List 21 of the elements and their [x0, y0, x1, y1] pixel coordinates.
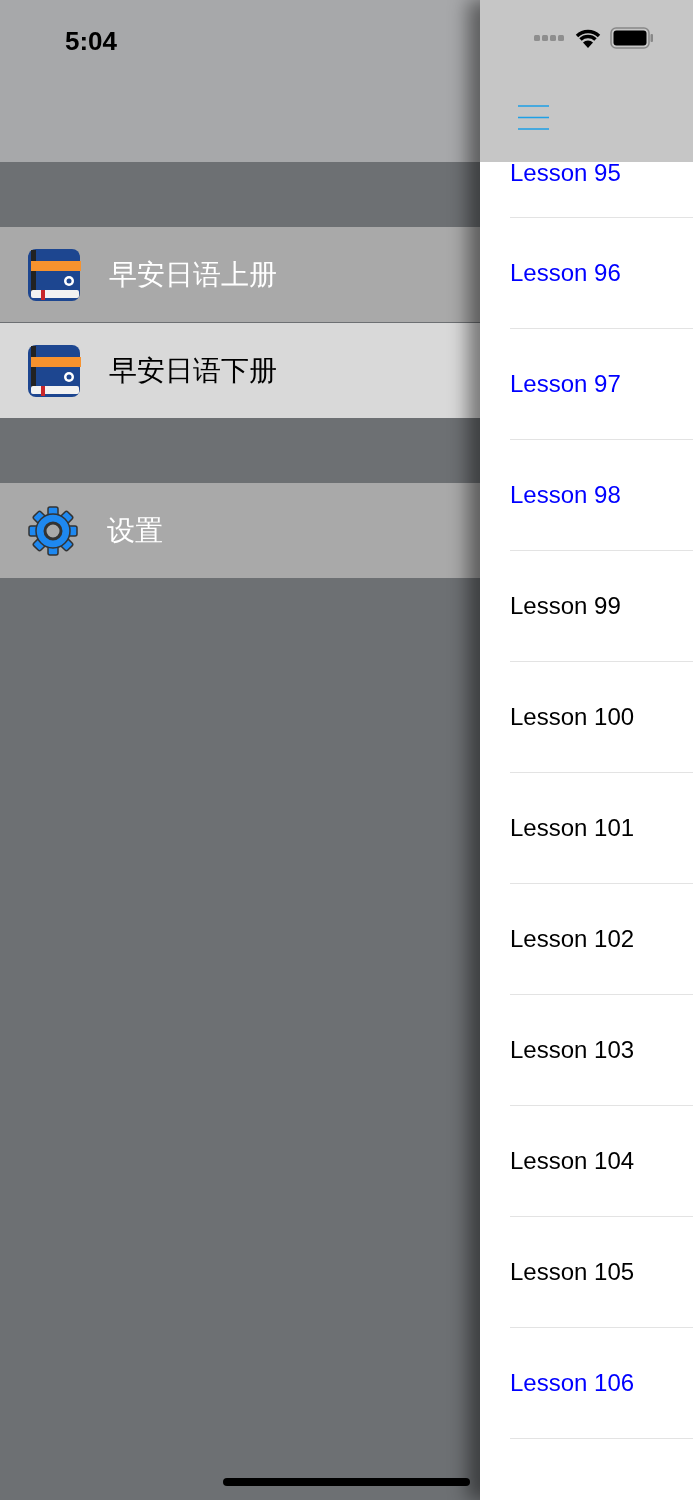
- lesson-title[interactable]: Lesson 104: [510, 1143, 635, 1179]
- lesson-title[interactable]: Lesson 97: [510, 366, 621, 402]
- lesson-title[interactable]: Lesson 100: [510, 699, 635, 735]
- book-icon: [27, 247, 81, 302]
- wifi-icon: [574, 27, 602, 48]
- lesson-title[interactable]: Lesson 96: [510, 255, 621, 291]
- lesson-title[interactable]: Lesson 105: [510, 1254, 635, 1290]
- lesson-title[interactable]: Lesson 102: [510, 921, 635, 957]
- lesson-title[interactable]: Lesson 106: [510, 1365, 635, 1401]
- menu-icon[interactable]: [518, 105, 549, 130]
- settings-icon: [27, 504, 79, 557]
- battery-icon: [610, 26, 654, 49]
- book-icon: [27, 343, 81, 398]
- signal-icon: [534, 34, 566, 41]
- lesson-title[interactable]: Lesson 95: [510, 162, 621, 191]
- menu-item[interactable]: 早安日语下册: [0, 323, 480, 418]
- lesson-title[interactable]: Lesson 101: [510, 810, 635, 846]
- lesson-title[interactable]: Lesson 98: [510, 477, 621, 513]
- lesson-title[interactable]: Lesson 99: [510, 588, 621, 624]
- status-time: 5:04: [65, 26, 118, 56]
- lesson-title[interactable]: Lesson 103: [510, 1032, 635, 1068]
